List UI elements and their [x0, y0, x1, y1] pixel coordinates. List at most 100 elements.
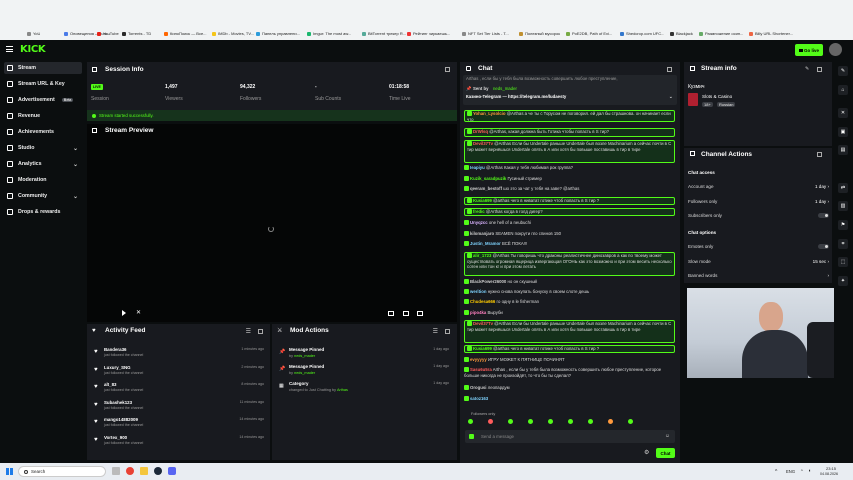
- wifi-icon[interactable]: ◔: [800, 468, 803, 474]
- emote-icon[interactable]: [548, 419, 553, 424]
- sidebar-item-community[interactable]: Community ⌄: [4, 190, 82, 202]
- subscribers-only-toggle[interactable]: [818, 213, 829, 218]
- bookmark-item[interactable]: BitTorrent трекер R...: [362, 31, 406, 36]
- home-icon[interactable]: ⌂: [838, 85, 848, 95]
- language-indicator[interactable]: ENG: [786, 469, 795, 474]
- sidebar-item-revenue[interactable]: Revenue: [4, 110, 82, 122]
- chat-message[interactable]: alir_1723 @Arthas Ты говоришь что дракон…: [464, 252, 675, 276]
- clock-date[interactable]: 04.08.2026: [820, 472, 838, 476]
- slow-mode-row[interactable]: Slow mode 15 sec ›: [688, 259, 829, 264]
- stream-category[interactable]: Slots & Casino: [702, 94, 732, 99]
- bookmark-item[interactable]: YouTube: [97, 31, 119, 36]
- list-icon[interactable]: ▤: [838, 145, 848, 155]
- chat-message[interactable]: pipo4ka Выруби: [464, 310, 675, 318]
- chat-message[interactable]: Kusia699 @arthas чего в ниватат готике ч…: [464, 345, 675, 353]
- bookmark-item[interactable]: YoU: [27, 31, 40, 36]
- follower-name[interactable]: Luxury_SNG: [104, 365, 131, 370]
- chrome-icon[interactable]: [126, 467, 134, 475]
- menu-icon[interactable]: [6, 46, 13, 52]
- chat-username[interactable]: Kusia699: [473, 346, 492, 351]
- grid-icon[interactable]: ⌗: [838, 239, 848, 249]
- bookmark-item[interactable]: Blackjack: [670, 31, 693, 36]
- mod-action-user[interactable]: neds_mader: [294, 371, 315, 375]
- account-age-value[interactable]: 1 day ›: [815, 184, 829, 189]
- emote-icon[interactable]: [488, 419, 493, 424]
- chat-message[interactable]: BlackPower26000 но он скушный: [464, 279, 675, 287]
- bookmark-item[interactable]: Панель управлени...: [256, 31, 300, 36]
- chat-username[interactable]: pipo4ka: [470, 310, 486, 315]
- chat-username[interactable]: Unyqzcc: [470, 220, 488, 225]
- bookmark-item[interactable]: PoE2DB, Path of Exi...: [566, 31, 612, 36]
- chat-message[interactable]: Devil37Tv @Arthas Если бы Undertale рань…: [464, 140, 675, 163]
- chat-username[interactable]: qeeram_bestoff: [470, 186, 502, 191]
- flag-icon[interactable]: ⚑: [838, 220, 848, 230]
- chat-username[interactable]: Kuzik_saradpuzik: [470, 176, 506, 181]
- bookmark-item[interactable]: Рейтинг чиркаешь...: [407, 31, 450, 36]
- sidebar-item-analytics[interactable]: Analytics ⌄: [4, 158, 82, 170]
- chat-username[interactable]: Sasu6u5ra: [470, 367, 492, 372]
- chat-message[interactable]: kilomanjaro SEAMEN покрути пго спинов 15…: [464, 231, 675, 239]
- filter-icon[interactable]: ☰: [433, 328, 438, 335]
- follower-name[interactable]: Subashek123: [104, 400, 132, 405]
- sidebar-item-stream[interactable]: Stream: [4, 62, 82, 74]
- chat-username[interactable]: alir_1723: [473, 253, 491, 258]
- explorer-icon[interactable]: [140, 467, 148, 475]
- bookmark-item[interactable]: NFT Set Tier Lists - T...: [462, 31, 509, 36]
- chat-username[interactable]: Devil37Tv: [473, 141, 493, 146]
- tile-icon[interactable]: ▣: [838, 127, 848, 137]
- expand-icon[interactable]: [817, 152, 822, 157]
- close-icon[interactable]: ✕: [838, 108, 848, 118]
- fullscreen-icon[interactable]: [417, 311, 423, 316]
- user-avatar[interactable]: [829, 43, 842, 56]
- sidebar-item-drops-rewards[interactable]: Drops & rewards: [4, 206, 82, 218]
- follower-name[interactable]: Bandera36: [104, 347, 126, 352]
- sidebar-item-achievements[interactable]: Achievements: [4, 126, 82, 138]
- volume-icon[interactable]: ◖: [808, 468, 811, 474]
- chat-username[interactable]: Justin_Mramor: [470, 241, 501, 246]
- chat-send-button[interactable]: Chat: [656, 448, 675, 458]
- steam-icon[interactable]: [154, 467, 162, 475]
- swap-icon[interactable]: ⇄: [838, 183, 848, 193]
- play-icon[interactable]: [122, 310, 126, 316]
- expand-icon[interactable]: [445, 329, 450, 334]
- chat-message[interactable]: fredic @Arthas когда в голд дигер?: [464, 208, 675, 216]
- chat-message[interactable]: Sasu6u5ra Arthas , если бы у тебя была в…: [464, 367, 675, 381]
- followers-only-value[interactable]: 1 day ›: [815, 199, 829, 204]
- kick-logo[interactable]: KICK: [20, 44, 46, 55]
- sidebar-item-moderation[interactable]: Moderation: [4, 174, 82, 186]
- chat-message[interactable]: Kusia699 @arthas чего в ниватат готике ч…: [464, 197, 675, 205]
- banned-words-row[interactable]: Banned words ›: [688, 273, 829, 278]
- bookmark-item[interactable]: Размножение осин...: [699, 31, 743, 36]
- bookmark-item[interactable]: Shedcrop.com UFC...: [620, 31, 664, 36]
- chat-message[interactable]: Justin_Mramor ВСЁ ПОКА!!!: [464, 241, 675, 249]
- chat-username[interactable]: Yohan_Lysolcio: [473, 111, 505, 116]
- chat-message[interactable]: qeeram_bestoff шо это за чат у тебя на з…: [464, 186, 675, 194]
- chat-message[interactable]: Devil37Tv @Arthas Если бы Undertale рань…: [464, 320, 675, 343]
- chat-message[interactable]: Ieapiyu @Arthas Какая у тебя любимая рок…: [464, 165, 675, 173]
- follower-name[interactable]: Vortex_900: [104, 435, 127, 440]
- chat-message[interactable]: Unyqzcc one hell of a neubuchi: [464, 220, 675, 228]
- chat-settings-icon[interactable]: ⚙: [644, 449, 649, 456]
- chevron-down-icon[interactable]: ⌄: [669, 94, 673, 100]
- clock-time[interactable]: 23:15: [826, 466, 836, 471]
- chat-username[interactable]: fredic: [473, 209, 485, 214]
- pinned-message[interactable]: Arthas , если бы у тебя была возможность…: [463, 75, 677, 105]
- emoji-icon[interactable]: ☺: [665, 433, 670, 439]
- chat-message[interactable]: Yohan_Lysolcio @Arthas а че ты с Торусом…: [464, 110, 675, 122]
- theater-icon[interactable]: [388, 311, 394, 316]
- chat-username[interactable]: Devil37Tv: [473, 321, 493, 326]
- emote-icon[interactable]: [528, 419, 533, 424]
- chat-message[interactable]: Chudesa666 го одну в le fisherman: [464, 299, 675, 307]
- tray-chevron-icon[interactable]: ^: [775, 469, 777, 475]
- follower-name[interactable]: mango14882009: [104, 417, 138, 422]
- chat-username[interactable]: Kusia699: [473, 198, 492, 203]
- account-age-row[interactable]: Account age 1 day ›: [688, 184, 829, 189]
- chat-username[interactable]: satoz163: [470, 396, 488, 401]
- chat-username[interactable]: Chudesa666: [470, 299, 495, 304]
- go-live-button[interactable]: Go live: [795, 44, 823, 56]
- slow-mode-value[interactable]: 15 sec ›: [813, 259, 829, 264]
- mute-icon[interactable]: ✕: [136, 310, 141, 316]
- bookmark-item[interactable]: Imgur: The most aw...: [307, 31, 351, 36]
- pencil-icon[interactable]: ✎: [838, 66, 848, 76]
- chat-message[interactable]: evyyyyy ИГРУ МОЖЕТ К ПЯТНИЦЕ ПОЧИНЯТ: [464, 357, 675, 365]
